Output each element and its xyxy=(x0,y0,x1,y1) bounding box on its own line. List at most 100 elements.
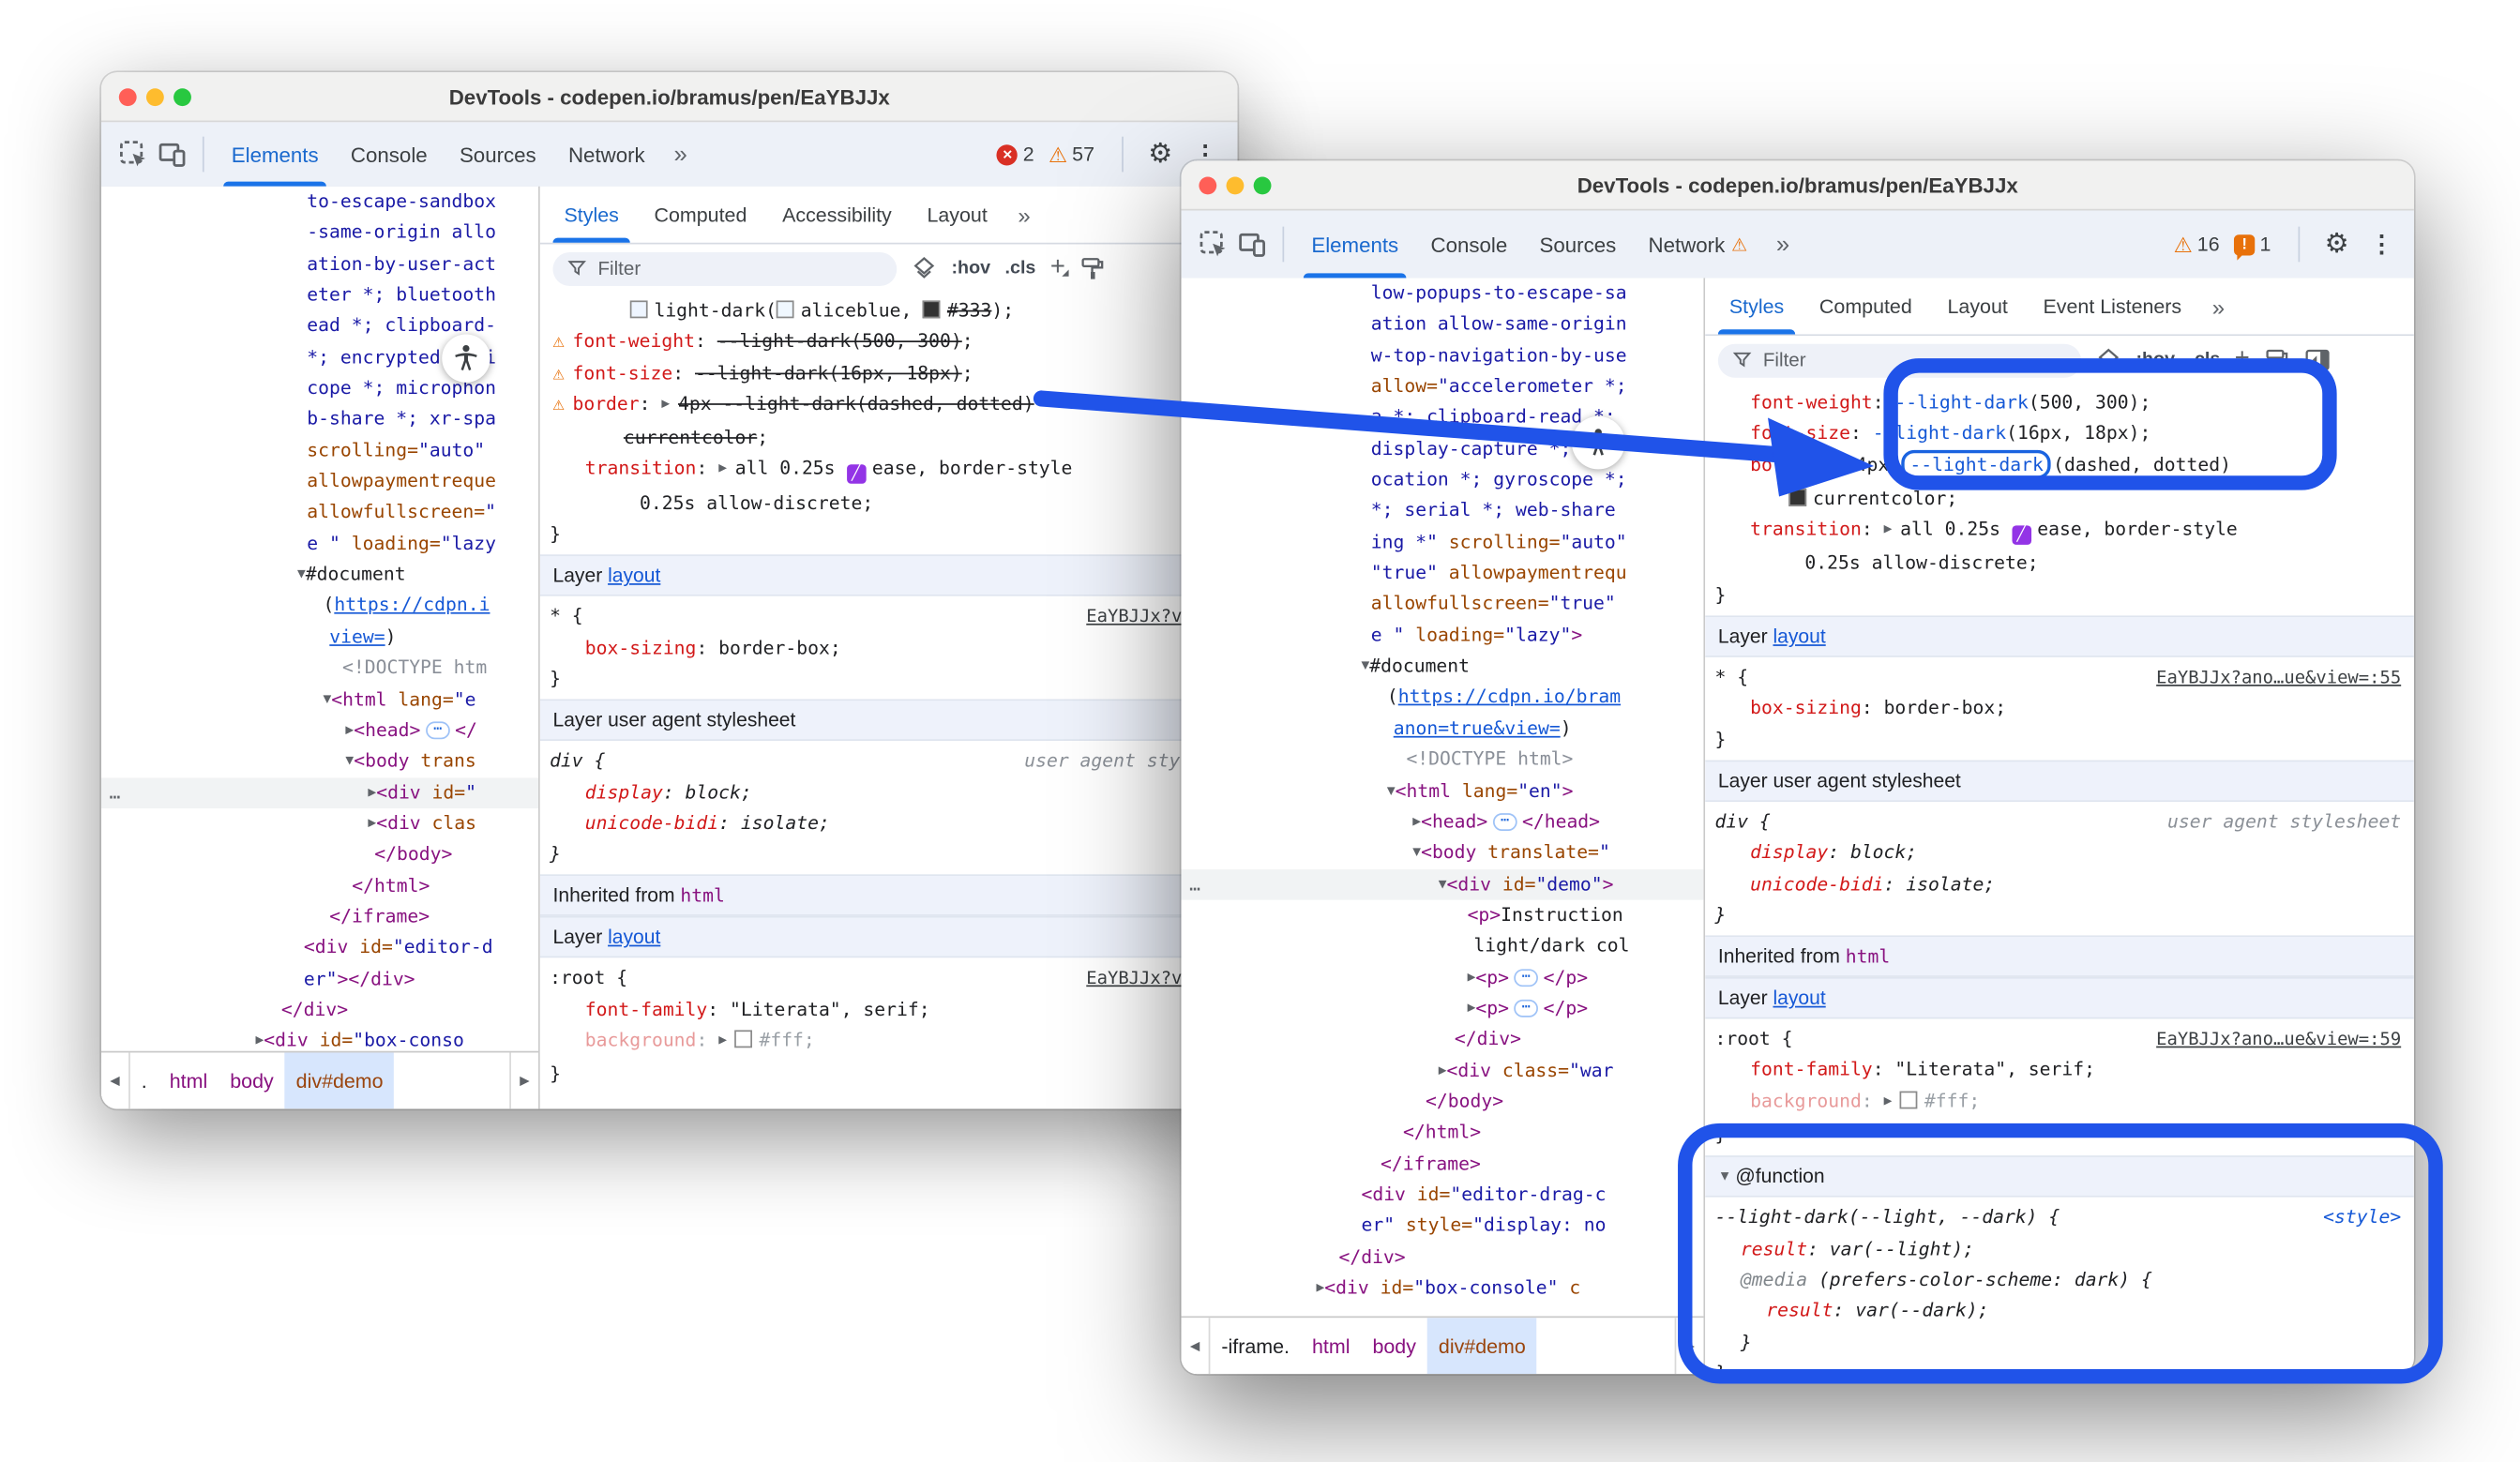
style-declaration-row[interactable]: currentcolor; xyxy=(540,423,1238,454)
style-rules[interactable]: light-dark(aliceblue, #333);⚠font-weight… xyxy=(540,291,1238,1108)
tab-console[interactable]: Console xyxy=(1414,210,1523,278)
style-declaration-row[interactable]: background: ▶ #fff; xyxy=(540,1025,1238,1059)
dom-tree-row[interactable]: </body> xyxy=(101,839,538,870)
dom-tree-row[interactable]: </div> xyxy=(1182,1024,1704,1055)
dom-tree-row[interactable]: </iframe> xyxy=(101,901,538,932)
style-declaration-row[interactable]: } xyxy=(540,664,1238,695)
node-menu-dots-icon[interactable]: … xyxy=(1189,868,1202,899)
tab-network[interactable]: Network⚠ xyxy=(1632,210,1763,278)
dom-tree-row[interactable]: ▼<html lang="en"> xyxy=(1182,776,1704,806)
dom-tree-row[interactable]: ▶<div id="box-console" c xyxy=(1182,1273,1704,1304)
style-declaration-row[interactable]: } xyxy=(1705,1120,2414,1151)
dom-tree-row[interactable]: scrolling="auto" xyxy=(101,435,538,466)
style-rule[interactable]: div {user agent stylesheetdisplay: block… xyxy=(1705,802,2414,936)
dom-tree-row[interactable]: allowfullscreen=" xyxy=(101,497,538,528)
style-rule[interactable]: * {EaYBJJx?view=box-sizing: border-box;} xyxy=(540,596,1238,699)
dom-tree-row[interactable]: a *; clipboard-read *; xyxy=(1182,402,1704,433)
style-declaration-row[interactable]: @media (prefers-color-scheme: dark) { xyxy=(1705,1265,2414,1296)
settings-gear-icon[interactable]: ⚙ xyxy=(1141,135,1180,173)
dom-tree-row[interactable]: to-escape-sandbox xyxy=(101,187,538,218)
device-toolbar-icon[interactable] xyxy=(153,135,191,173)
dom-tree[interactable]: low-popups-to-escape-saation allow-same-… xyxy=(1182,278,1704,1318)
dom-tree-row[interactable]: light/dark col xyxy=(1182,931,1704,962)
tab-sources[interactable]: Sources xyxy=(1523,210,1632,278)
more-sidebar-tabs-icon[interactable]: » xyxy=(1005,187,1044,243)
sidebar-tab-layout[interactable]: Layout xyxy=(910,187,1005,243)
dom-tree-row[interactable]: </iframe> xyxy=(1182,1149,1704,1180)
inline-link[interactable]: layout xyxy=(1773,625,1825,648)
style-declaration-row[interactable]: box-sizing: border-box; xyxy=(540,633,1238,664)
inline-link[interactable]: anon=true&view= xyxy=(1394,716,1561,739)
dom-tree-row[interactable]: </html> xyxy=(1182,1117,1704,1148)
node-menu-dots-icon[interactable]: … xyxy=(110,777,123,808)
expand-ellipsis-icon[interactable]: ⋯ xyxy=(426,722,450,740)
filter-input[interactable]: Filter xyxy=(1718,343,2081,377)
dom-tree-row[interactable]: ▶<div id="box-conso xyxy=(101,1026,538,1053)
style-declaration-row[interactable]: currentcolor; xyxy=(1705,484,2414,515)
breadcrumb-item--iframe.[interactable]: -iframe. xyxy=(1210,1318,1301,1374)
style-declaration-row[interactable]: unicode-bidi: isolate; xyxy=(540,808,1238,839)
style-declaration-row[interactable]: font-weight: --light-dark(500, 300); xyxy=(1705,387,2414,418)
dom-tree-row[interactable]: e " loading="lazy"> xyxy=(1182,620,1704,651)
style-declaration-row[interactable]: * {EaYBJJx?ano…ue&view=:55 xyxy=(1705,662,2414,693)
dom-tree-row[interactable]: ▶<head>⋯</ xyxy=(101,715,538,746)
breadcrumb-item-html[interactable]: html xyxy=(1301,1318,1361,1374)
dom-tree-row[interactable]: ▶<div clas xyxy=(101,808,538,839)
inline-link[interactable]: --light-dark xyxy=(1894,390,2028,413)
inline-link[interactable]: EaYBJJx?ano…ue&view=:59 xyxy=(2156,1024,2401,1055)
style-declaration-row[interactable]: border: ▶ 4px --light-dark(dashed, dotte… xyxy=(1705,449,2414,483)
style-declaration-row[interactable]: ⚠border: ▶ 4px --light-dark(dashed, dott… xyxy=(540,389,1238,423)
warning-badge[interactable]: ⚠57 xyxy=(1049,143,1094,166)
dom-tree-row[interactable]: (https://cdpn.i xyxy=(101,591,538,622)
sidebar-tab-computed[interactable]: Computed xyxy=(637,187,765,243)
error-badge[interactable]: ✕2 xyxy=(997,143,1034,166)
dom-tree-row[interactable]: er"></div> xyxy=(101,963,538,994)
element-state-icon[interactable] xyxy=(912,255,937,280)
toggle-class-button[interactable]: .cls xyxy=(2189,351,2220,370)
dom-tree-row[interactable]: view=) xyxy=(101,622,538,653)
tab-network[interactable]: Network xyxy=(552,122,661,187)
zoom-window-button[interactable] xyxy=(1254,176,1272,194)
style-declaration-row[interactable]: transition: ▶ all 0.25s ╱ease, border-st… xyxy=(1705,515,2414,549)
style-declaration-row[interactable]: div {user agent stylesheet xyxy=(1705,806,2414,837)
expand-ellipsis-icon[interactable]: ⋯ xyxy=(1514,969,1538,987)
inspect-element-icon[interactable] xyxy=(114,135,153,173)
dom-tree-row[interactable]: ▶<div class="war xyxy=(1182,1055,1704,1086)
style-rule[interactable]: div {user agent styleshdisplay: block;un… xyxy=(540,741,1238,875)
dom-tree-row[interactable]: low-popups-to-escape-sa xyxy=(1182,278,1704,309)
style-declaration-row[interactable]: ⚠font-size: --light-dark(16px, 18px); xyxy=(540,357,1238,388)
style-declaration-row[interactable]: 0.25s allow-discrete; xyxy=(540,489,1238,520)
tab-sources[interactable]: Sources xyxy=(444,122,552,187)
breadcrumb-item-div#demo[interactable]: div#demo xyxy=(1427,1318,1537,1374)
dom-tree-row[interactable]: …▼<div id="demo"> xyxy=(1182,868,1704,899)
style-declaration-row[interactable]: } xyxy=(1705,1358,2414,1374)
style-rule[interactable]: font-weight: --light-dark(500, 300);font… xyxy=(1705,383,2414,616)
dom-tree-row[interactable]: ation-by-user-act xyxy=(101,249,538,279)
element-state-icon[interactable] xyxy=(2096,347,2121,372)
inline-link[interactable]: view= xyxy=(329,625,385,647)
style-declaration-row[interactable]: ⚠font-weight: --light-dark(500, 300); xyxy=(540,326,1238,357)
dom-tree-row[interactable]: allowpaymentreque xyxy=(101,466,538,497)
inline-link[interactable]: --light-dark xyxy=(1902,449,2052,478)
toggle-class-button[interactable]: .cls xyxy=(1005,259,1036,279)
dom-tree-row[interactable]: ▼#document xyxy=(1182,651,1704,682)
style-declaration-row[interactable]: font-size: --light-dark(16px, 18px); xyxy=(1705,418,2414,449)
breadcrumb-back-icon[interactable]: ◀ xyxy=(1182,1318,1211,1374)
dom-tree-row[interactable]: <div id="editor-d xyxy=(101,932,538,963)
style-declaration-row[interactable]: } xyxy=(1705,724,2414,755)
dock-panel-icon[interactable] xyxy=(2304,347,2330,372)
style-declaration-row[interactable]: result: var(--dark); xyxy=(1705,1296,2414,1327)
inline-link[interactable]: layout xyxy=(608,927,660,949)
inline-link[interactable]: layout xyxy=(608,565,660,587)
style-declaration-row[interactable]: :root {EaYBJJx?ano…ue&view=:59 xyxy=(1705,1024,2414,1055)
dom-tree-row[interactable]: w-top-navigation-by-use xyxy=(1182,340,1704,371)
dom-tree-row[interactable]: -same-origin allo xyxy=(101,218,538,249)
style-declaration-row[interactable]: light-dark(aliceblue, #333); xyxy=(540,295,1238,326)
style-declaration-row[interactable]: } xyxy=(540,520,1238,550)
dom-tree-row[interactable]: </html> xyxy=(101,870,538,901)
titlebar[interactable]: DevTools - codepen.io/bramus/pen/EaYBJJx xyxy=(101,72,1238,122)
breadcrumb-item-body[interactable]: body xyxy=(219,1052,284,1108)
style-rule[interactable]: --light-dark(--light, --dark) {<style>re… xyxy=(1705,1198,2414,1374)
inspect-element-icon[interactable] xyxy=(1194,225,1232,264)
more-sidebar-tabs-icon[interactable]: » xyxy=(2199,278,2238,334)
